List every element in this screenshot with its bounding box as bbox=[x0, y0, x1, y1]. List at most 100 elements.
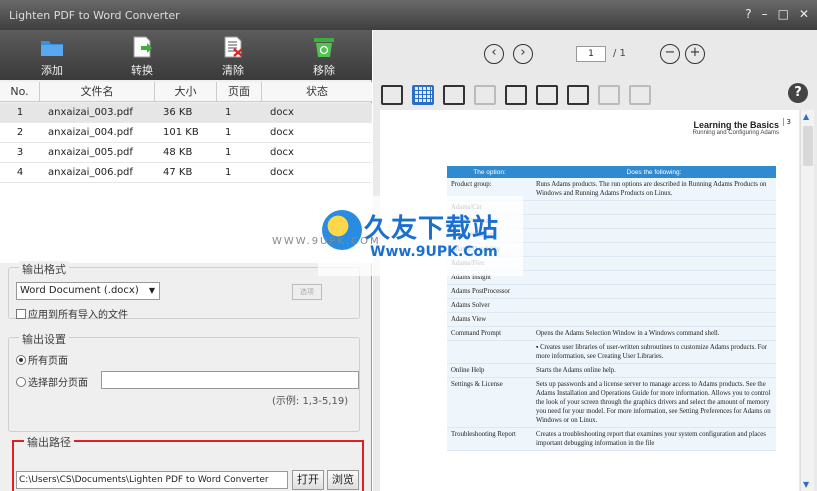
row-no: 3 bbox=[16, 147, 24, 158]
zoom-out-button[interactable]: − bbox=[660, 44, 680, 64]
browse-button[interactable]: 浏览 bbox=[327, 470, 359, 490]
scroll-thumb[interactable] bbox=[803, 126, 813, 166]
single-page-icon[interactable] bbox=[567, 85, 589, 105]
close-button[interactable]: ✕ bbox=[799, 7, 809, 21]
folder-icon bbox=[39, 36, 65, 58]
option-name: Adams PostProcessor bbox=[447, 284, 532, 299]
chevron-down-icon: ▼ bbox=[148, 286, 155, 295]
row-state: docx bbox=[270, 167, 294, 178]
option-desc: Runs Adams products. The run options are… bbox=[532, 178, 776, 201]
maximize-button[interactable]: □ bbox=[778, 7, 789, 21]
options-table-row: Troubleshooting Report Creates a troubles… bbox=[447, 427, 776, 451]
convert-label: 转换 bbox=[131, 64, 153, 77]
option-desc: Sets up passwords and a license server t… bbox=[532, 377, 776, 428]
add-label: 添加 bbox=[41, 64, 63, 77]
options-table-row: Command Prompt Opens the Adams Selection … bbox=[447, 326, 776, 341]
fit-height-icon[interactable] bbox=[505, 85, 527, 105]
header-filename[interactable]: 文件名 bbox=[40, 82, 155, 101]
table-row[interactable]: 2 anxaizai_004.pdf 101 KB 1 docx bbox=[0, 123, 372, 143]
option-desc bbox=[532, 298, 776, 313]
grid-view-icon[interactable] bbox=[412, 85, 434, 105]
radio-unselected bbox=[16, 376, 26, 387]
all-pages-label: 所有页面 bbox=[28, 356, 68, 367]
options-header-option: The option: bbox=[447, 166, 532, 178]
fit-width-icon[interactable] bbox=[536, 85, 558, 105]
watermark-url: Www.9UPK.Com bbox=[370, 244, 498, 260]
clear-button[interactable]: 清除 bbox=[203, 36, 263, 78]
help-window-button[interactable]: ? bbox=[745, 7, 751, 21]
row-pages: 1 bbox=[225, 167, 232, 178]
options-header-desc: Does the following: bbox=[532, 166, 776, 178]
output-path-input[interactable]: C:\Users\CS\Documents\Lighten PDF to Wor… bbox=[16, 471, 288, 489]
option-desc bbox=[532, 228, 776, 243]
table-row[interactable]: 1 anxaizai_003.pdf 36 KB 1 docx bbox=[0, 103, 372, 123]
row-no: 2 bbox=[16, 127, 24, 138]
open-folder-button[interactable]: 打开 bbox=[292, 470, 324, 490]
remove-label: 移除 bbox=[313, 64, 335, 77]
header-size[interactable]: 大小 bbox=[155, 82, 217, 101]
row-pages: 1 bbox=[225, 127, 232, 138]
thumbnail-icon[interactable] bbox=[629, 85, 651, 105]
help-icon[interactable]: ? bbox=[788, 83, 808, 103]
row-filename: anxaizai_004.pdf bbox=[48, 127, 133, 138]
header-pages[interactable]: 页面 bbox=[217, 82, 262, 101]
option-desc bbox=[532, 284, 776, 299]
row-size: 101 KB bbox=[163, 127, 199, 138]
all-pages-radio[interactable]: 所有页面 bbox=[16, 352, 68, 367]
next-page-button[interactable]: › bbox=[513, 44, 533, 64]
row-state: docx bbox=[270, 147, 294, 158]
output-format-legend: 输出格式 bbox=[19, 261, 69, 277]
checkbox-box bbox=[16, 308, 26, 319]
rotate-icon[interactable] bbox=[474, 85, 496, 105]
convert-button[interactable]: 转换 bbox=[112, 36, 172, 78]
two-page-icon[interactable] bbox=[598, 85, 620, 105]
table-row[interactable]: 4 anxaizai_006.pdf 47 KB 1 docx bbox=[0, 163, 372, 183]
option-desc bbox=[532, 312, 776, 327]
page-range-input[interactable] bbox=[101, 371, 359, 389]
options-table-row: Adams View bbox=[447, 312, 776, 327]
page-range-example: (示例: 1,3-5,19) bbox=[272, 396, 349, 407]
option-desc bbox=[532, 242, 776, 257]
format-options-button[interactable]: 选项 bbox=[292, 284, 322, 300]
scroll-down-icon[interactable]: ▼ bbox=[803, 480, 809, 489]
apply-all-checkbox[interactable]: 应用到所有导入的文件 bbox=[16, 306, 128, 321]
option-name: Online Help bbox=[447, 363, 532, 378]
format-select[interactable]: Word Document (.docx) ▼ bbox=[16, 282, 160, 300]
doc-header-title: Learning the Basics bbox=[693, 120, 779, 130]
page-number-input[interactable]: 1 bbox=[576, 46, 606, 62]
add-button[interactable]: 添加 bbox=[22, 36, 82, 78]
zoom-in-button[interactable]: + bbox=[685, 44, 705, 64]
header-no[interactable]: No. bbox=[0, 82, 40, 101]
row-pages: 1 bbox=[225, 107, 232, 118]
image-icon[interactable] bbox=[443, 85, 465, 105]
scroll-up-icon[interactable]: ▲ bbox=[803, 112, 809, 121]
watermark: 久友下载站 Www.9UPK.Com WWW.9UPK.COM bbox=[272, 196, 523, 276]
option-desc bbox=[532, 200, 776, 215]
radio-selected bbox=[16, 354, 26, 365]
table-row[interactable]: 3 anxaizai_005.pdf 48 KB 1 docx bbox=[0, 143, 372, 163]
prev-page-button[interactable]: ‹ bbox=[484, 44, 504, 64]
option-desc: Creates a troubleshooting report that ex… bbox=[532, 427, 776, 451]
eye-icon[interactable] bbox=[381, 85, 403, 105]
remove-button[interactable]: 移除 bbox=[294, 36, 354, 78]
minimize-button[interactable]: – bbox=[762, 7, 768, 21]
options-table-row: Adams PostProcessor bbox=[447, 284, 776, 299]
preview-nav: ‹ › 1 / 1 − + bbox=[373, 30, 817, 80]
preview-scrollbar[interactable]: ▲ ▼ bbox=[800, 110, 814, 491]
watermark-title: 久友下载站 bbox=[364, 214, 500, 244]
row-state: docx bbox=[270, 127, 294, 138]
option-desc: Opens the Adams Selection Window in a Wi… bbox=[532, 326, 776, 341]
some-pages-radio[interactable]: 选择部分页面 bbox=[16, 374, 88, 389]
clear-label: 清除 bbox=[222, 64, 244, 77]
format-select-value: Word Document (.docx) bbox=[20, 285, 139, 296]
option-desc bbox=[532, 214, 776, 229]
output-path-legend: 输出路径 bbox=[24, 434, 74, 450]
doc-header: Learning the Basics Running and Configur… bbox=[693, 120, 779, 136]
window-controls: ? – □ ✕ bbox=[745, 7, 809, 21]
header-state[interactable]: 状态 bbox=[262, 82, 372, 101]
recycle-bin-icon bbox=[311, 36, 337, 58]
main-toolbar: 添加 转换 清除 移除 bbox=[0, 30, 372, 80]
document-preview: Learning the Basics Running and Configur… bbox=[380, 110, 799, 491]
left-pane: 添加 转换 清除 移除 No. 文件名 大小 页面 状态 1 anxaizai_… bbox=[0, 30, 372, 491]
option-name: Command Prompt bbox=[447, 326, 532, 341]
